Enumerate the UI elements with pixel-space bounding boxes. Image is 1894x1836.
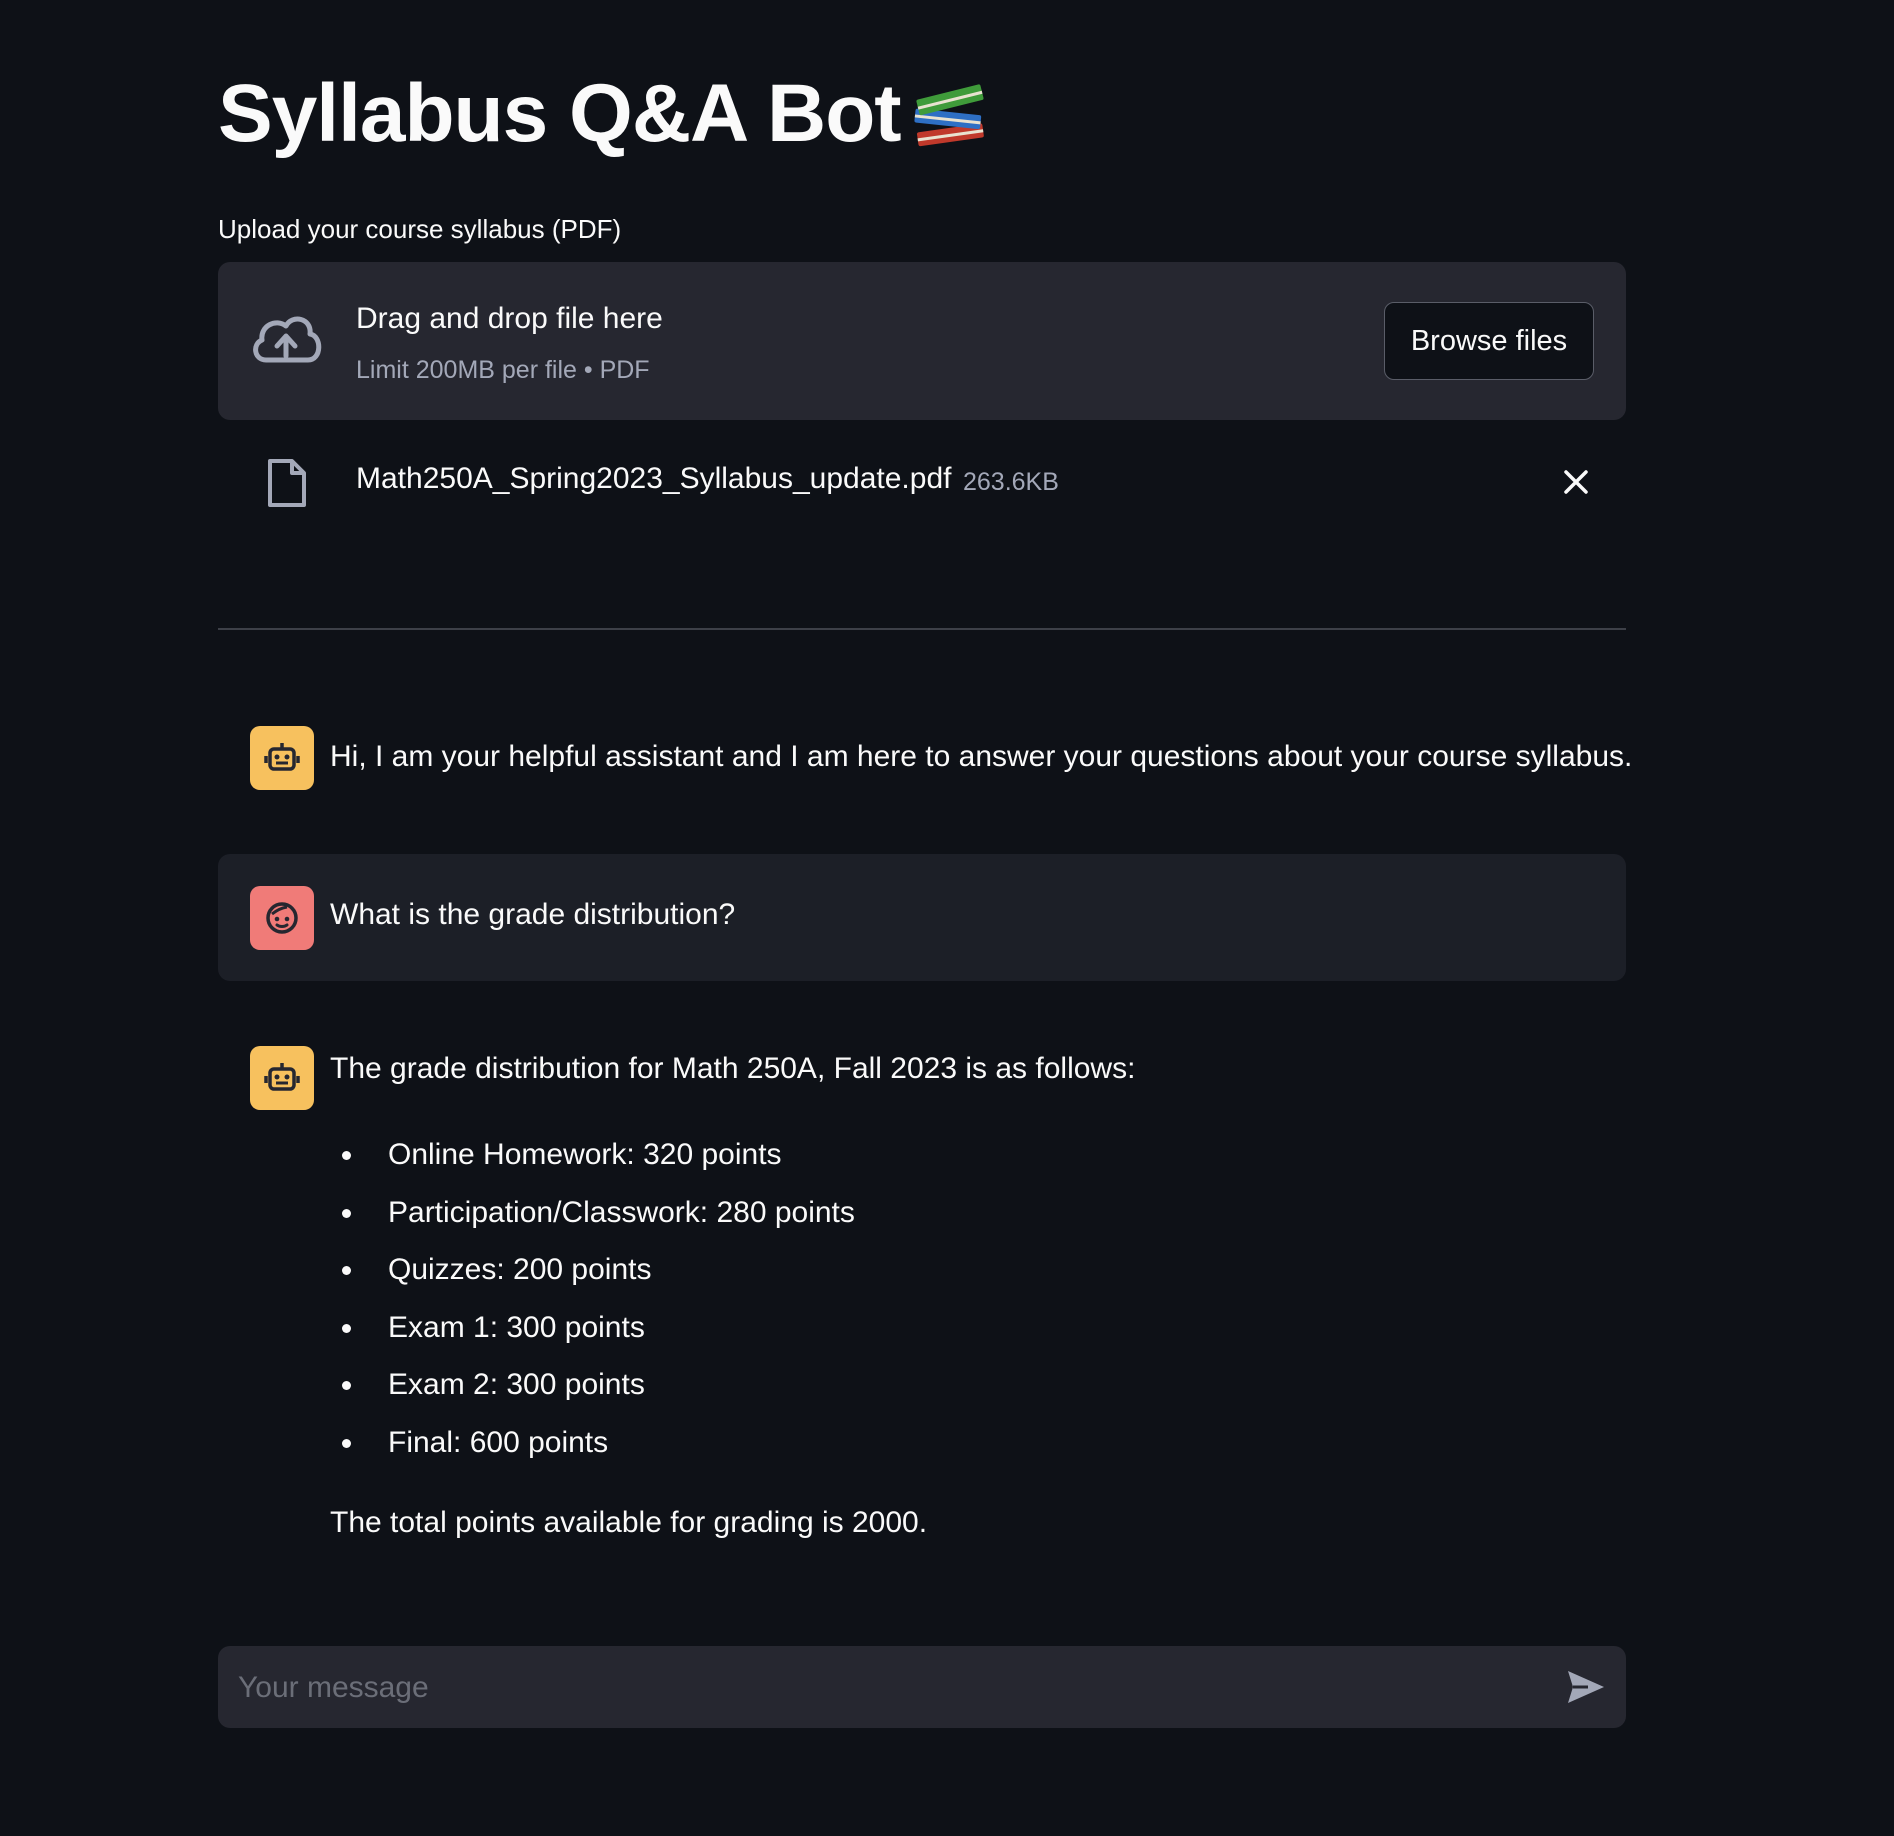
file-icon	[268, 459, 306, 507]
list-item: Participation/Classwork: 280 points	[342, 1184, 855, 1242]
page-title: Syllabus Q&A Bot	[218, 68, 902, 159]
message-outro: The total points available for grading i…	[330, 1506, 928, 1539]
file-size: 263.6KB	[963, 468, 1059, 496]
face-icon	[266, 902, 298, 934]
list-item: Exam 2: 300 points	[342, 1356, 855, 1414]
robot-icon	[264, 743, 300, 771]
upload-label: Upload your course syllabus (PDF)	[218, 214, 622, 244]
bot-avatar	[250, 1046, 314, 1110]
list-item: Quizzes: 200 points	[342, 1241, 855, 1299]
divider	[218, 628, 1626, 630]
user-avatar	[250, 886, 314, 950]
chat-input-bar	[218, 1646, 1626, 1728]
title-row: Syllabus Q&A Bot	[218, 72, 991, 156]
chat-message-assistant: Hi, I am your helpful assistant and I am…	[218, 710, 1632, 806]
message-input[interactable]	[236, 1662, 1540, 1714]
file-name: Math250A_Spring2023_Syllabus_update.pdf	[356, 462, 952, 495]
books-emoji-icon	[914, 84, 984, 147]
message-text: Hi, I am your helpful assistant and I am…	[330, 740, 1633, 773]
cloud-upload-icon	[253, 316, 322, 363]
browse-files-button[interactable]: Browse files	[1384, 302, 1594, 380]
list-item: Online Homework: 320 points	[342, 1126, 855, 1184]
grade-list: Online Homework: 320 points Participatio…	[330, 1126, 855, 1471]
drop-title: Drag and drop file here	[356, 302, 663, 335]
file-dropzone[interactable]: Drag and drop file here Limit 200MB per …	[218, 262, 1626, 420]
list-item: Final: 600 points	[342, 1414, 855, 1472]
message-text: What is the grade distribution?	[330, 898, 736, 931]
message-intro: The grade distribution for Math 250A, Fa…	[330, 1052, 1136, 1085]
send-icon[interactable]	[1566, 1668, 1606, 1706]
uploaded-file-row: Math250A_Spring2023_Syllabus_update.pdf …	[218, 452, 1626, 512]
bot-avatar	[250, 726, 314, 790]
chat-message-user: What is the grade distribution?	[218, 854, 1626, 981]
robot-icon	[264, 1063, 300, 1091]
list-item: Exam 1: 300 points	[342, 1299, 855, 1357]
close-icon[interactable]	[1562, 468, 1590, 496]
drop-limit-text: Limit 200MB per file • PDF	[356, 356, 650, 384]
chat-message-assistant: The grade distribution for Math 250A, Fa…	[218, 1030, 1626, 1550]
